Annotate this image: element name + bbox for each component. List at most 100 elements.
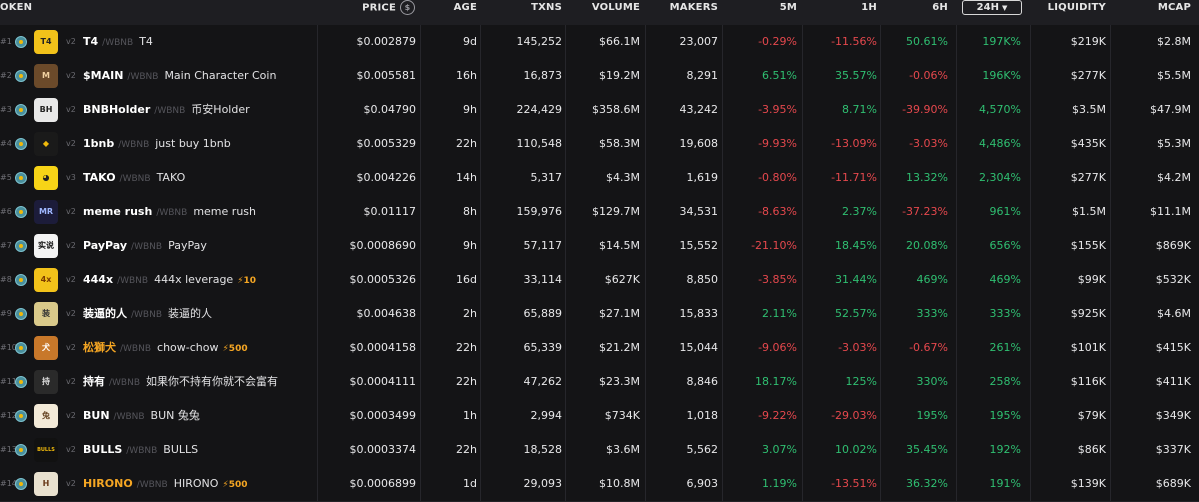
token-name-cell[interactable]: HIRONO/WBNB HIRONO ⚡500 <box>83 467 248 501</box>
token-name-cell[interactable]: $MAIN/WBNB Main Character Coin <box>83 59 276 93</box>
bnb-chain-icon <box>15 342 27 354</box>
price: $0.0004158 <box>349 341 416 354</box>
liquidity: $277K <box>1070 69 1106 82</box>
token-full-name: TAKO <box>156 171 186 184</box>
token-full-name: just buy 1bnb <box>155 137 231 150</box>
market-cap: $11.1M <box>1150 205 1191 218</box>
token-symbol[interactable]: T4 <box>83 35 98 48</box>
bnb-chain-icon <box>15 410 27 422</box>
price: $0.0004111 <box>349 375 416 388</box>
token-symbol[interactable]: TAKO <box>83 171 116 184</box>
column-makers[interactable]: MAKERS <box>645 0 718 25</box>
market-cap: $2.8M <box>1157 35 1191 48</box>
pool-version: v2 <box>66 241 76 250</box>
column-24h-sort[interactable]: 24H ▼ <box>962 0 1022 15</box>
table-row[interactable]: #10 犬 v2 松獅犬/WBNB chow-chow ⚡500 $0.0004158 22h… <box>0 331 1199 366</box>
txns: 57,117 <box>523 239 563 252</box>
volume: $21.2M <box>599 341 640 354</box>
change-24h: 196K% <box>982 69 1021 82</box>
table-row[interactable]: #8 4x v2 444x/WBNB 444x leverage ⚡10 $0.000532… <box>0 263 1199 298</box>
boost-badge[interactable]: ⚡10 <box>237 276 256 286</box>
token-logo-text: MR <box>38 207 54 216</box>
token-symbol[interactable]: BUN <box>83 409 110 422</box>
token-logo: ◆ <box>34 132 58 156</box>
table-row[interactable]: #7 实说 v2 PayPay/WBNB PayPay $0.0008690 9h 57,11… <box>0 229 1199 264</box>
table-row[interactable]: #9 装 v2 装逼的人/WBNB 装逼的人 $0.004638 2h 65,889 $27.1… <box>0 297 1199 332</box>
token-name-cell[interactable]: 持有/WBNB 如果你不持有你就不会富有 <box>83 365 278 399</box>
token-symbol[interactable]: 1bnb <box>83 137 114 150</box>
column-1h[interactable]: 1H <box>802 0 877 25</box>
token-name-cell[interactable]: TAKO/WBNB TAKO <box>83 161 185 195</box>
token-name-cell[interactable]: BNBHolder/WBNB 币安Holder <box>83 93 250 127</box>
change-5m: 3.07% <box>762 443 797 456</box>
dollar-icon[interactable]: $ <box>400 0 415 15</box>
token-logo: 犬 <box>34 336 58 360</box>
token-symbol[interactable]: $MAIN <box>83 69 123 82</box>
boost-badge[interactable]: ⚡500 <box>222 344 247 354</box>
rank: #13 <box>0 445 17 454</box>
makers: 8,850 <box>686 273 719 286</box>
table-row[interactable]: #11 持 v2 持有/WBNB 如果你不持有你就不会富有 $0.0004111 22h 47… <box>0 365 1199 400</box>
table-row[interactable]: #13 BULLS v2 BULLS/WBNB BULLS $0.0003374 22h 18… <box>0 433 1199 468</box>
pool-version: v2 <box>66 445 76 454</box>
txns: 224,429 <box>516 103 563 116</box>
token-logo: 兔 <box>34 404 58 428</box>
table-row[interactable]: #3 BH v2 BNBHolder/WBNB 币安Holder $0.04790 9h 22… <box>0 93 1199 128</box>
age: 8h <box>463 205 477 218</box>
token-name-cell[interactable]: 松獅犬/WBNB chow-chow ⚡500 <box>83 331 248 365</box>
table-row[interactable]: #2 Mv2 $MAIN/WBNB Main Character Coin $0.005… <box>0 59 1199 94</box>
table-row[interactable]: #1 T4 v2 T4/WBNB T4 $0.002879 9d 145,252 $66.1M 2… <box>0 25 1199 60</box>
price: $0.004226 <box>356 171 417 184</box>
column-mcap[interactable]: MCAP <box>1110 0 1191 25</box>
bnb-chain-icon <box>15 104 27 116</box>
token-symbol[interactable]: meme rush <box>83 205 152 218</box>
rank: #9 <box>0 309 12 318</box>
age: 14h <box>456 171 477 184</box>
column-price[interactable]: PRICE $ <box>330 0 415 25</box>
table-row[interactable]: #5 ◕ v3 TAKO/WBNB TAKO $0.004226 14h 5,317 $4.3M… <box>0 161 1199 196</box>
token-symbol[interactable]: 444x <box>83 273 113 286</box>
token-symbol[interactable]: BNBHolder <box>83 103 150 116</box>
column-age[interactable]: AGE <box>420 0 477 25</box>
boost-badge[interactable]: ⚡500 <box>222 480 247 490</box>
table-row[interactable]: #12 兔 v2 BUN/WBNB BUN 兔兔 $0.0003499 1h 2,994 $73… <box>0 399 1199 434</box>
token-full-name: 如果你不持有你就不会富有 <box>146 375 279 388</box>
change-24h: 469% <box>989 273 1021 286</box>
token-name-cell[interactable]: 444x/WBNB 444x leverage ⚡10 <box>83 263 256 297</box>
change-24h: 4,486% <box>979 137 1021 150</box>
change-5m: -9.22% <box>758 409 797 422</box>
volume: $129.7M <box>592 205 640 218</box>
volume: $27.1M <box>599 307 640 320</box>
token-name-cell[interactable]: BULLS/WBNB BULLS <box>83 433 198 467</box>
bnb-chain-icon <box>15 36 27 48</box>
token-symbol[interactable]: HIRONO <box>83 477 133 490</box>
column-volume[interactable]: VOLUME <box>565 0 640 25</box>
column-5m[interactable]: 5M <box>722 0 797 25</box>
table-row[interactable]: #6 MR v2 meme rush/WBNB meme rush $0.01117 8h 1… <box>0 195 1199 230</box>
token-symbol[interactable]: BULLS <box>83 443 122 456</box>
token-name-cell[interactable]: 装逼的人/WBNB 装逼的人 <box>83 297 212 331</box>
table-row[interactable]: #14 Hv2 HIRONO/WBNB HIRONO ⚡500 $0.0006899 1d 2… <box>0 467 1199 502</box>
volume: $627K <box>604 273 640 286</box>
token-symbol[interactable]: 装逼的人 <box>83 307 127 320</box>
price: $0.0008690 <box>349 239 416 252</box>
change-1h: -13.09% <box>831 137 877 150</box>
txns: 65,339 <box>523 341 563 354</box>
column-token[interactable]: OKEN <box>0 0 60 25</box>
token-name-cell[interactable]: BUN/WBNB BUN 兔兔 <box>83 399 200 433</box>
token-name-cell[interactable]: meme rush/WBNB meme rush <box>83 195 256 229</box>
token-name-cell[interactable]: PayPay/WBNB PayPay <box>83 229 207 263</box>
price: $0.005581 <box>356 69 417 82</box>
pool-version: v2 <box>66 275 76 284</box>
token-symbol[interactable]: 松獅犬 <box>83 341 116 354</box>
pair-quote: /WBNB <box>102 38 134 48</box>
token-logo-text: 装 <box>42 309 50 318</box>
token-symbol[interactable]: 持有 <box>83 375 105 388</box>
token-name-cell[interactable]: 1bnb/WBNB just buy 1bnb <box>83 127 231 161</box>
column-txns[interactable]: TXNS <box>480 0 562 25</box>
table-row[interactable]: #4 ◆ v2 1bnb/WBNB just buy 1bnb $0.005329 22h 1… <box>0 127 1199 162</box>
token-name-cell[interactable]: T4/WBNB T4 <box>83 25 153 59</box>
column-6h[interactable]: 6H <box>880 0 948 25</box>
token-symbol[interactable]: PayPay <box>83 239 127 252</box>
column-liquidity[interactable]: LIQUIDITY <box>1030 0 1106 25</box>
